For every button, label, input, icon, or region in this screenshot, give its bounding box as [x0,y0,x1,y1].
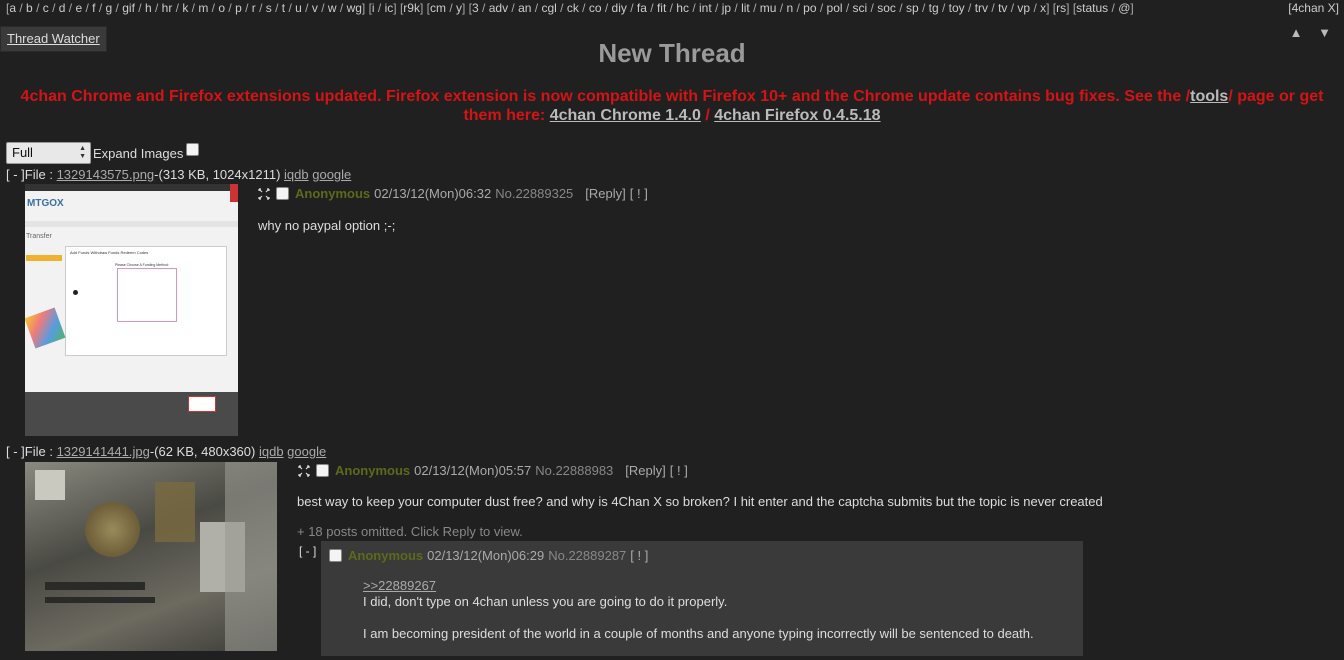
reply-post: Anonymous 02/13/12(Mon)06:29 No.22889287… [321,541,1083,656]
board-link-w[interactable]: w [328,1,337,15]
board-link-co[interactable]: co [589,1,602,15]
report-button[interactable]: [ ! ] [670,463,688,478]
board-link-mu[interactable]: mu [760,1,777,15]
reply-link[interactable]: Reply [629,463,662,478]
board-link-3[interactable]: 3 [472,1,479,15]
google-link[interactable]: google [287,444,326,459]
board-link-sp[interactable]: sp [906,1,919,15]
post-date: 02/13/12(Mon)05:57 [414,463,532,478]
page-title: New Thread [598,38,746,68]
board-link-gif[interactable]: gif [122,1,135,15]
board-link-m[interactable]: m [198,1,208,15]
board-link-tg[interactable]: tg [929,1,939,15]
reply-button[interactable]: [Reply] [585,186,626,201]
post-info: Anonymous 02/13/12(Mon)06:32 No.22889325… [258,186,648,201]
poster-name: Anonymous [295,186,371,201]
firefox-extension-link[interactable]: 4chan Firefox 0.4.5.18 [714,107,880,124]
post-checkbox[interactable] [329,549,342,562]
reply-link[interactable]: Reply [589,186,622,201]
board-link-ck[interactable]: ck [567,1,579,15]
hide-reply-button[interactable]: [ - ] [299,544,316,558]
board-link-@[interactable]: @ [1118,1,1130,15]
expand-thread-icon[interactable] [258,187,270,200]
post-comment: why no paypal option ;-; [258,218,396,233]
board-link-status[interactable]: status [1076,1,1108,15]
post-number[interactable]: No.22888983 [535,463,613,478]
report-button[interactable]: [ ! ] [630,186,648,201]
board-link-p[interactable]: p [235,1,242,15]
post-checkbox[interactable] [316,464,329,477]
expand-images-checkbox[interactable] [186,142,200,156]
board-link-tv[interactable]: tv [998,1,1007,15]
file-link[interactable]: 1329143575.png [57,167,155,182]
image-size-select[interactable]: Full ▲ ▼ [6,142,91,164]
board-link-int[interactable]: int [699,1,712,15]
thread-thumbnail[interactable]: MTGOX Transfer Add Funds Withdraw Funds … [25,184,238,436]
board-link-pol[interactable]: pol [827,1,843,15]
thread-thumbnail[interactable] [25,462,277,651]
chrome-extension-link[interactable]: 4chan Chrome 1.4.0 [550,107,701,124]
board-link-u[interactable]: u [295,1,302,15]
tools-link[interactable]: tools [1190,88,1228,105]
file-info: [ - ]File : 1329143575.png-(313 KB, 1024… [6,167,352,182]
image-controls: Full ▲ ▼ Expand Images [6,142,200,164]
board-link-diy[interactable]: diy [612,1,627,15]
omitted-posts: + 18 posts omitted. Click Reply to view. [297,524,523,539]
board-link-an[interactable]: an [518,1,531,15]
reply-line: I did, don't type on 4chan unless you ar… [363,594,728,609]
iqdb-link[interactable]: iqdb [284,167,309,182]
reply-line: I am becoming president of the world in … [363,626,1034,641]
board-link-hc[interactable]: hc [676,1,689,15]
expand-thread-icon[interactable] [298,464,310,477]
board-link-cm[interactable]: cm [430,1,446,15]
board-link-fa[interactable]: fa [637,1,647,15]
board-link-ic[interactable]: ic [385,1,394,15]
google-link[interactable]: google [312,167,351,182]
board-link-h[interactable]: h [145,1,152,15]
board-link-po[interactable]: po [803,1,816,15]
post-info: Anonymous 02/13/12(Mon)06:29 No.22889287… [329,548,648,563]
board-link-toy[interactable]: toy [949,1,965,15]
post-number[interactable]: No.22889287 [548,548,626,563]
iqdb-link[interactable]: iqdb [259,444,284,459]
fourchan-x-menu[interactable]: [4chan X] [1288,1,1339,15]
quote-link[interactable]: >>22889267 [363,578,436,593]
board-link-trv[interactable]: trv [975,1,988,15]
expand-images-label: Expand Images [93,145,184,161]
board-link-r9k[interactable]: r9k [403,1,420,15]
announcement: 4chan Chrome and Firefox extensions upda… [20,88,1324,124]
post-checkbox[interactable] [276,187,289,200]
board-link-fit[interactable]: fit [657,1,666,15]
file-info: [ - ]File : 1329141441.jpg-(62 KB, 480x3… [6,444,327,459]
board-link-lit[interactable]: lit [741,1,750,15]
post-date: 02/13/12(Mon)06:29 [427,548,545,563]
board-link-cgl[interactable]: cgl [541,1,556,15]
reply-button[interactable]: [Reply] [625,463,666,478]
board-nav: [a / b / c / d / e / f / g / gif / h / h… [6,1,1134,15]
poster-name: Anonymous [335,463,411,478]
file-link[interactable]: 1329141441.jpg [57,444,150,459]
mtgox-logo: MTGOX [27,198,64,209]
board-link-soc[interactable]: soc [877,1,896,15]
report-button[interactable]: [ ! ] [630,548,648,563]
board-link-wg[interactable]: wg [347,1,362,15]
board-link-hr[interactable]: hr [162,1,173,15]
post-info: Anonymous 02/13/12(Mon)05:57 No.22888983… [298,463,688,478]
post-date: 02/13/12(Mon)06:32 [374,186,492,201]
board-link-rs[interactable]: rs [1056,1,1066,15]
board-link-jp[interactable]: jp [722,1,731,15]
poster-name: Anonymous [348,548,424,563]
post-number[interactable]: No.22889325 [495,186,573,201]
post-comment: best way to keep your computer dust free… [297,494,1103,509]
board-link-vp[interactable]: vp [1017,1,1030,15]
board-link-adv[interactable]: adv [489,1,508,15]
board-link-sci[interactable]: sci [853,1,868,15]
select-spinner-icon: ▲ ▼ [79,145,86,160]
board-link-b[interactable]: b [26,1,33,15]
